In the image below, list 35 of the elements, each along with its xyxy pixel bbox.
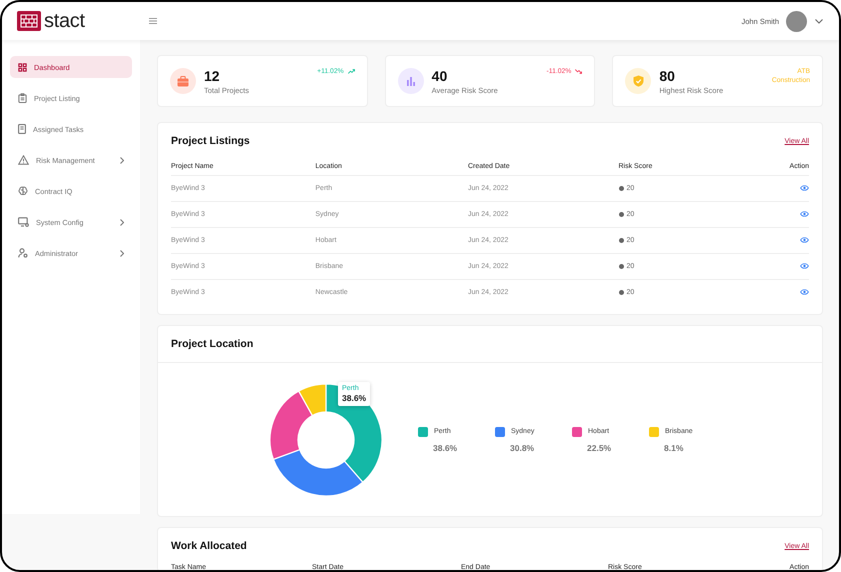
view-eye-icon[interactable]: [800, 210, 809, 216]
risk-dot-icon: [618, 238, 624, 242]
stat-value: 12: [204, 68, 221, 84]
warning-icon: [18, 155, 29, 165]
grid-icon: [18, 62, 27, 72]
card-title: Project Listings: [171, 135, 250, 147]
legend-value: 38.6%: [433, 442, 458, 452]
monitor-icon: [18, 217, 29, 227]
stat-value: 80: [659, 68, 676, 84]
tooltip-value: 38.6%: [342, 392, 366, 402]
brick-logo-icon: [17, 11, 41, 31]
risk-dot-icon: [618, 186, 624, 190]
legend-value: 30.8%: [510, 442, 536, 452]
trend-down-icon: [575, 69, 582, 74]
brand-name: stact: [44, 10, 85, 32]
chevron-down-icon[interactable]: [815, 18, 823, 24]
view-eye-icon[interactable]: [800, 184, 809, 190]
risk-dot-icon: [618, 264, 624, 268]
user-gear-icon: [18, 248, 28, 258]
legend-value: 8.1%: [664, 442, 684, 452]
document-icon: [18, 124, 26, 134]
view-eye-icon[interactable]: [800, 236, 809, 242]
menu-icon[interactable]: [148, 18, 157, 24]
trend-up-icon: [348, 69, 355, 74]
user-avatar[interactable]: [786, 10, 807, 32]
clipboard-icon: [18, 93, 27, 103]
card-title: Project Location: [171, 338, 254, 350]
view-eye-icon[interactable]: [800, 262, 809, 268]
risk-dot-icon: [618, 290, 624, 294]
card-title: Work Allocated: [171, 540, 247, 552]
brain-icon: [18, 186, 28, 196]
view-eye-icon[interactable]: [800, 288, 809, 294]
legend-value: 22.5%: [587, 442, 612, 452]
risk-dot-icon: [618, 212, 624, 216]
stat-value: 40: [432, 68, 448, 84]
